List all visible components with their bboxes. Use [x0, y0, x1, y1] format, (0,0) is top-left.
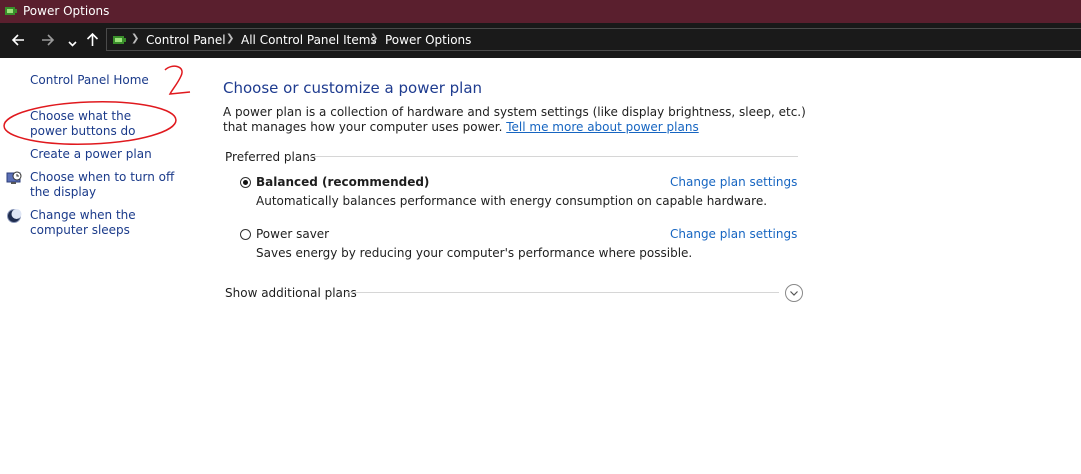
power-buttons-link[interactable]: Choose what the power buttons do [30, 109, 170, 139]
preferred-plans-label: Preferred plans [225, 150, 317, 164]
power-saver-plan-name[interactable]: Power saver [256, 227, 329, 241]
back-arrow-icon[interactable] [11, 33, 25, 50]
chevron-down-icon[interactable] [68, 36, 77, 51]
balanced-plan-name[interactable]: Balanced (recommended) [256, 175, 429, 189]
balanced-plan-description: Automatically balances performance with … [256, 194, 768, 208]
power-saver-change-settings-link[interactable]: Change plan settings [670, 227, 797, 241]
balanced-change-settings-link[interactable]: Change plan settings [670, 175, 797, 189]
computer-sleeps-link[interactable]: Change when the computer sleeps [30, 208, 190, 238]
power-options-icon [5, 7, 17, 15]
learn-more-link[interactable]: Tell me more about power plans [506, 120, 698, 134]
power-options-icon [113, 36, 126, 44]
display-off-link[interactable]: Choose when to turn off the display [30, 170, 190, 200]
breadcrumb-control-panel[interactable]: Control Panel [146, 33, 226, 47]
breadcrumb-separator-icon: ❯ [131, 33, 140, 44]
moon-icon [7, 209, 22, 223]
breadcrumb-separator-icon: ❯ [226, 33, 235, 44]
title-bar: Power Options [0, 0, 1081, 23]
breadcrumb-power-options[interactable]: Power Options [385, 33, 471, 47]
monitor-clock-icon [6, 171, 22, 184]
create-power-plan-link[interactable]: Create a power plan [30, 147, 152, 162]
page-title: Choose or customize a power plan [223, 79, 483, 97]
annotation-number [164, 65, 191, 95]
navigation-bar: ❯ Control Panel ❯ All Control Panel Item… [0, 23, 1081, 58]
power-saver-radio[interactable] [240, 229, 251, 240]
breadcrumb-all-items[interactable]: All Control Panel Items [241, 33, 377, 47]
breadcrumb-separator-icon: ❯ [370, 33, 379, 44]
window-title: Power Options [23, 4, 110, 18]
show-additional-plans[interactable]: Show additional plans [225, 286, 357, 300]
power-saver-plan-description: Saves energy by reducing your computer's… [256, 246, 693, 260]
expand-chevron-icon[interactable] [785, 284, 803, 302]
forward-arrow-icon[interactable] [41, 33, 55, 50]
page-description: A power plan is a collection of hardware… [223, 105, 823, 135]
group-divider [310, 156, 798, 157]
up-arrow-icon[interactable] [86, 32, 99, 50]
control-panel-home-link[interactable]: Control Panel Home [30, 73, 149, 88]
additional-plans-divider [347, 292, 779, 293]
address-bar[interactable]: ❯ Control Panel ❯ All Control Panel Item… [106, 28, 1081, 51]
balanced-radio[interactable] [240, 177, 251, 188]
